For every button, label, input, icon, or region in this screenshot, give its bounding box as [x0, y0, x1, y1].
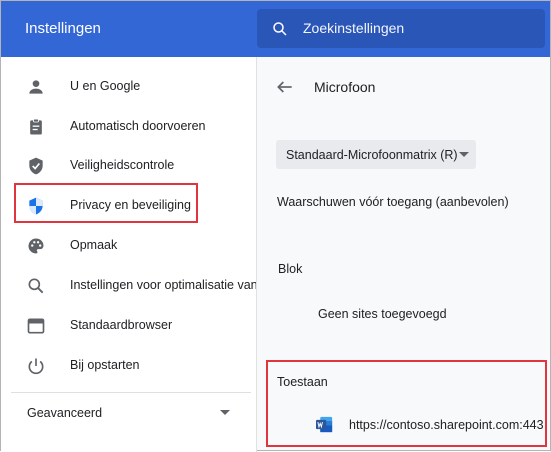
browser-icon: [27, 318, 45, 334]
sidebar-item-label: Bij opstarten: [70, 358, 140, 372]
sidebar-item-appearance[interactable]: Opmaak: [1, 226, 256, 266]
sidebar-item-default-browser[interactable]: Standaardbrowser: [1, 306, 256, 346]
search-field[interactable]: Zoekinstellingen: [257, 9, 545, 48]
allowed-site-url: https://contoso.sharepoint.com:443: [349, 418, 544, 432]
search-placeholder: Zoekinstellingen: [303, 20, 405, 36]
microphone-device-select[interactable]: Standaard-Microfoonmatrix (R): [276, 140, 476, 169]
allowed-site-row[interactable]: https://contoso.sharepoint.com:443: [313, 413, 545, 437]
back-arrow-icon[interactable]: [275, 77, 295, 97]
sidebar-item-search-engine[interactable]: Instellingen voor optimalisatie van zoek…: [1, 266, 360, 306]
chevron-down-icon[interactable]: [220, 410, 230, 415]
app-title: Instellingen: [25, 20, 101, 37]
sidebar-item-label: Privacy en beveiliging: [70, 198, 191, 212]
clipboard-icon: [30, 118, 42, 135]
sidebar-divider: [11, 392, 251, 393]
advanced-toggle[interactable]: Geavanceerd: [27, 406, 102, 420]
sidebar-item-label: Opmaak: [70, 238, 118, 252]
block-empty-text: Geen sites toegevoegd: [318, 307, 447, 321]
shield-privacy-icon: [29, 197, 43, 215]
sidebar-item-you-and-google[interactable]: U en Google: [1, 67, 256, 107]
sidebar-item-label: Automatisch doorvoeren: [70, 119, 206, 133]
search-icon: [273, 22, 287, 36]
search-icon: [28, 278, 44, 294]
sidebar-item-safety-check[interactable]: Veiligheidscontrole: [1, 146, 256, 186]
block-section-title: Blok: [278, 262, 303, 276]
word-icon: [316, 416, 333, 433]
sidebar-item-label: Standaardbrowser: [70, 318, 173, 332]
palette-icon: [28, 238, 44, 254]
power-icon: [28, 358, 44, 375]
selected-device: Standaard-Microfoonmatrix (R): [286, 148, 458, 162]
sidebar-item-on-startup[interactable]: Bij opstarten: [1, 346, 256, 386]
person-icon: [29, 80, 43, 94]
allow-section-title: Toestaan: [277, 375, 328, 389]
sidebar-item-label: U en Google: [70, 79, 141, 93]
shield-check-icon: [29, 157, 43, 175]
sidebar-item-privacy-security[interactable]: Privacy en beveiliging: [1, 186, 256, 226]
sidebar-item-label: Veiligheidscontrole: [70, 158, 175, 172]
dropdown-arrow-icon: [459, 152, 469, 157]
sidebar-item-autofill[interactable]: Automatisch doorvoeren: [1, 107, 256, 147]
ask-before-access-option[interactable]: Waarschuwen vóór toegang (aanbevolen): [277, 195, 509, 209]
page-title: Microfoon: [314, 79, 376, 95]
header-bar: Instellingen Zoekinstellingen: [1, 1, 550, 57]
